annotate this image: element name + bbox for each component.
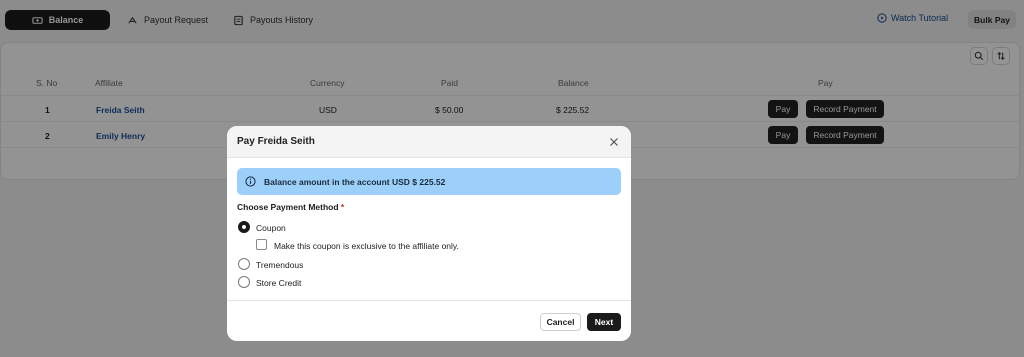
modal-footer-divider: [227, 300, 631, 301]
required-mark: *: [340, 202, 345, 212]
radio-tremendous[interactable]: [238, 258, 250, 270]
exclusive-coupon-checkbox[interactable]: [256, 239, 267, 250]
radio-store-credit[interactable]: [238, 276, 250, 288]
balance-alert: Balance amount in the account USD $ 225.…: [237, 168, 621, 195]
pay-modal: Pay Freida Seith Balance amount in the a…: [227, 126, 631, 341]
exclusive-coupon-label[interactable]: Make this coupon is exclusive to the aff…: [274, 241, 459, 251]
modal-header: Pay Freida Seith: [227, 126, 631, 158]
payment-method-label-text: Choose Payment Method: [237, 202, 339, 212]
cancel-button[interactable]: Cancel: [540, 313, 581, 331]
info-icon: [245, 176, 256, 187]
radio-coupon[interactable]: [238, 221, 250, 233]
next-button[interactable]: Next: [587, 313, 621, 331]
balance-alert-text: Balance amount in the account USD $ 225.…: [264, 176, 446, 187]
radio-label-tremendous[interactable]: Tremendous: [256, 260, 303, 270]
radio-label-store-credit[interactable]: Store Credit: [256, 278, 301, 288]
payment-method-label: Choose Payment Method *: [237, 202, 344, 212]
radio-label-coupon[interactable]: Coupon: [256, 223, 286, 233]
modal-title: Pay Freida Seith: [237, 136, 315, 147]
close-icon[interactable]: [608, 136, 620, 148]
